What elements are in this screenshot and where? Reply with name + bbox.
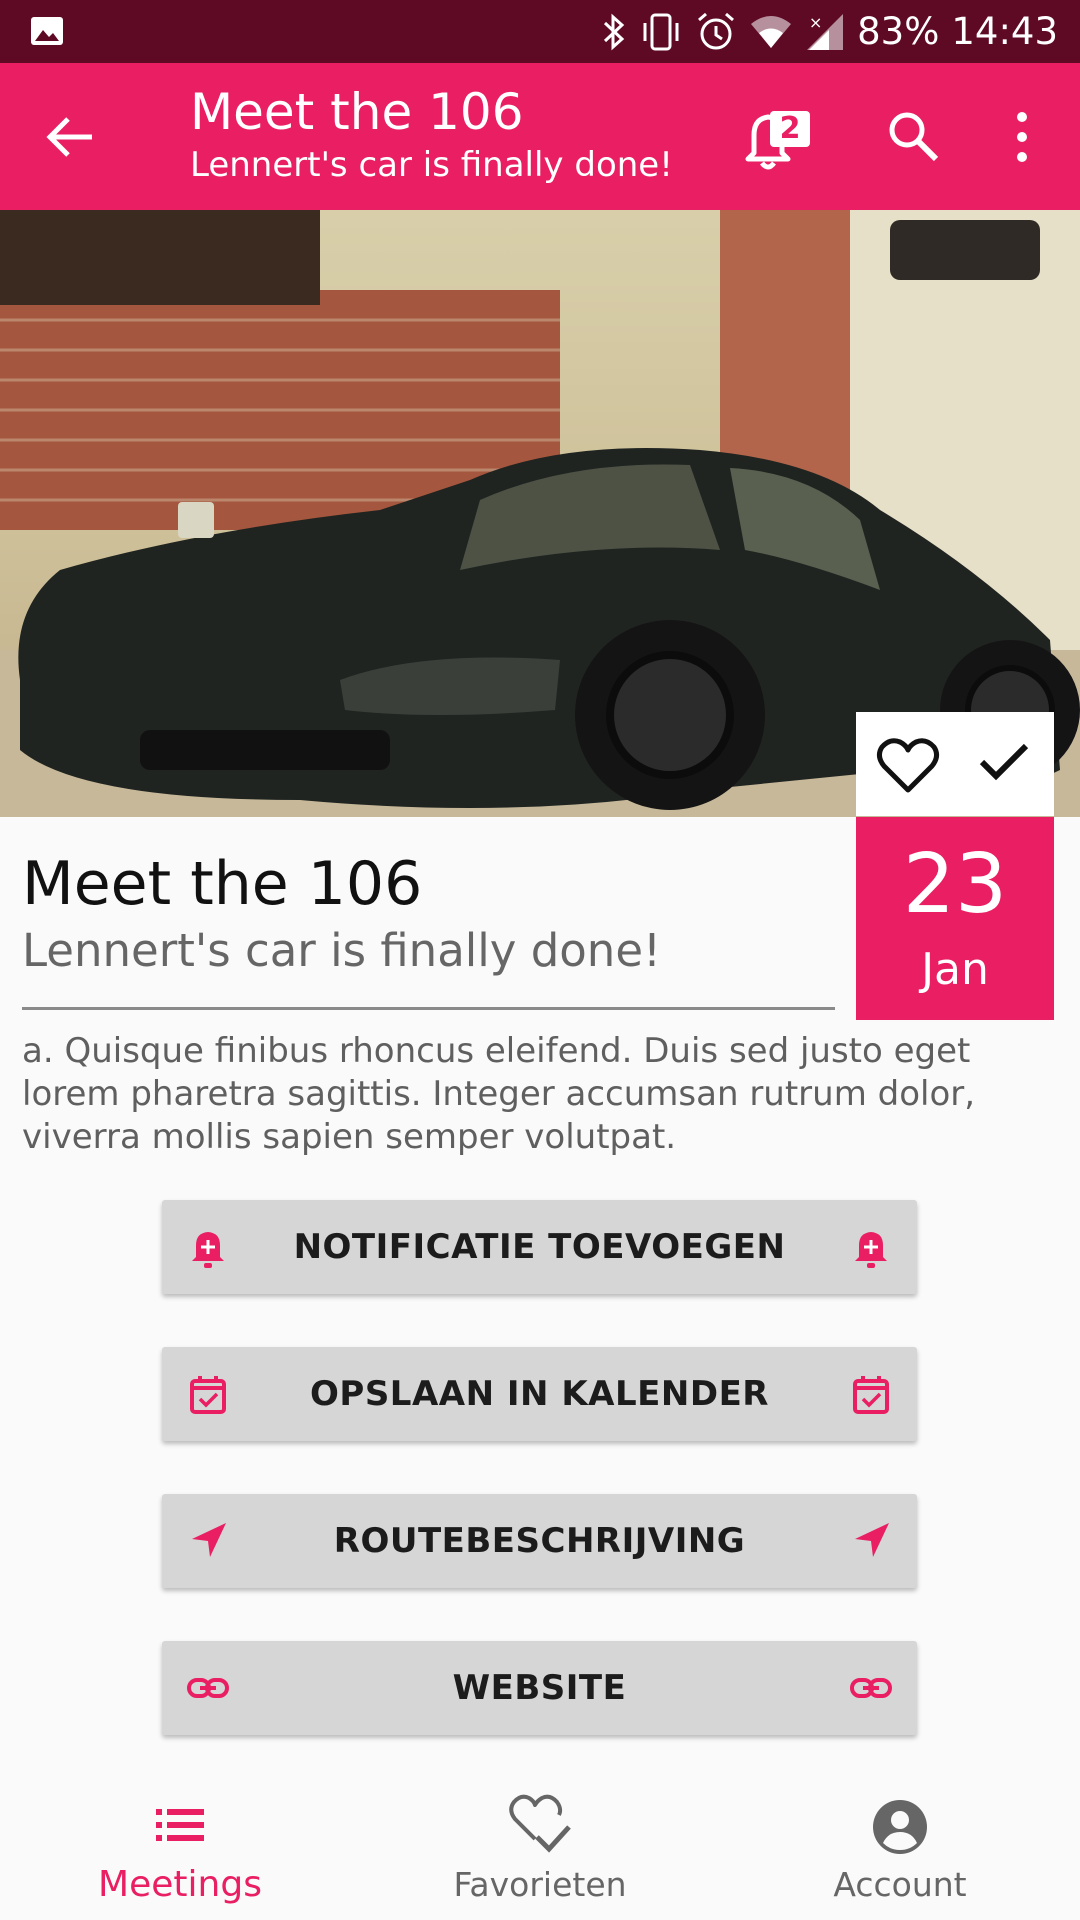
event-subtitle: Lennert's car is finally done! [22, 924, 662, 977]
directions-button[interactable]: ROUTEBESCHRIJVING [162, 1494, 917, 1588]
app-bar: Meet the 106 Lennert's car is finally do… [0, 63, 1080, 210]
svg-text:×: × [809, 13, 822, 32]
clock: 14:43 [951, 10, 1058, 53]
notification-badge: 2 [770, 111, 810, 147]
wifi-icon [751, 15, 792, 48]
check-icon[interactable] [978, 740, 1030, 784]
nav-item-meetings[interactable]: Meetings [0, 1765, 360, 1920]
save-to-calendar-label: OPSLAAN IN KALENDER [310, 1374, 769, 1414]
date-day: 23 [902, 837, 1008, 932]
date-month: Jan [921, 944, 989, 995]
more-vert-icon[interactable] [1004, 109, 1040, 165]
directions-label: ROUTEBESCHRIJVING [333, 1521, 746, 1561]
bell-plus-icon [855, 1232, 887, 1268]
status-bar: × 83% 14:43 [0, 0, 1080, 63]
navigation-icon [855, 1523, 889, 1557]
bottom-navigation: Meetings Favorieten Account [0, 1765, 1080, 1920]
heart-outline-icon[interactable] [876, 736, 940, 794]
event-description: a. Quisque finibus rhoncus eleifend. Dui… [22, 1031, 976, 1157]
search-icon[interactable] [884, 107, 942, 165]
event-title: Meet the 106 [22, 849, 423, 919]
add-notification-button[interactable]: NOTIFICATIE TOEVOEGEN [162, 1200, 917, 1294]
nav-label-meetings: Meetings [98, 1864, 262, 1905]
signal-icon: × [807, 13, 844, 50]
app-bar-title: Meet the 106 [190, 83, 524, 141]
battery-level: 83% [857, 10, 940, 53]
account-circle-icon [873, 1800, 927, 1854]
app-bar-titles: Meet the 106 Lennert's car is finally do… [190, 81, 673, 187]
nav-label-favorieten: Favorieten [453, 1865, 627, 1904]
add-notification-label: NOTIFICATIE TOEVOEGEN [293, 1227, 786, 1267]
app-bar-subtitle: Lennert's car is finally done! [190, 145, 673, 185]
website-label: WEBSITE [452, 1668, 627, 1708]
alarm-icon [698, 12, 735, 49]
image-icon [31, 17, 63, 45]
nav-item-favorieten[interactable]: Favorieten [360, 1765, 720, 1920]
save-to-calendar-button[interactable]: OPSLAAN IN KALENDER [162, 1347, 917, 1441]
nav-label-account: Account [833, 1865, 967, 1904]
nav-item-account[interactable]: Account [720, 1765, 1080, 1920]
favorite-panel [856, 712, 1054, 816]
event-date: 23 Jan [856, 817, 1054, 1020]
link-icon [850, 1678, 892, 1698]
list-icon [156, 1809, 204, 1841]
bluetooth-icon [604, 13, 625, 50]
calendar-check-icon [853, 1376, 889, 1414]
website-button[interactable]: WEBSITE [162, 1641, 917, 1735]
divider [22, 1007, 835, 1010]
vibrate-icon [643, 13, 679, 50]
back-arrow-icon[interactable] [40, 107, 100, 167]
heart-check-icon [509, 1794, 571, 1853]
